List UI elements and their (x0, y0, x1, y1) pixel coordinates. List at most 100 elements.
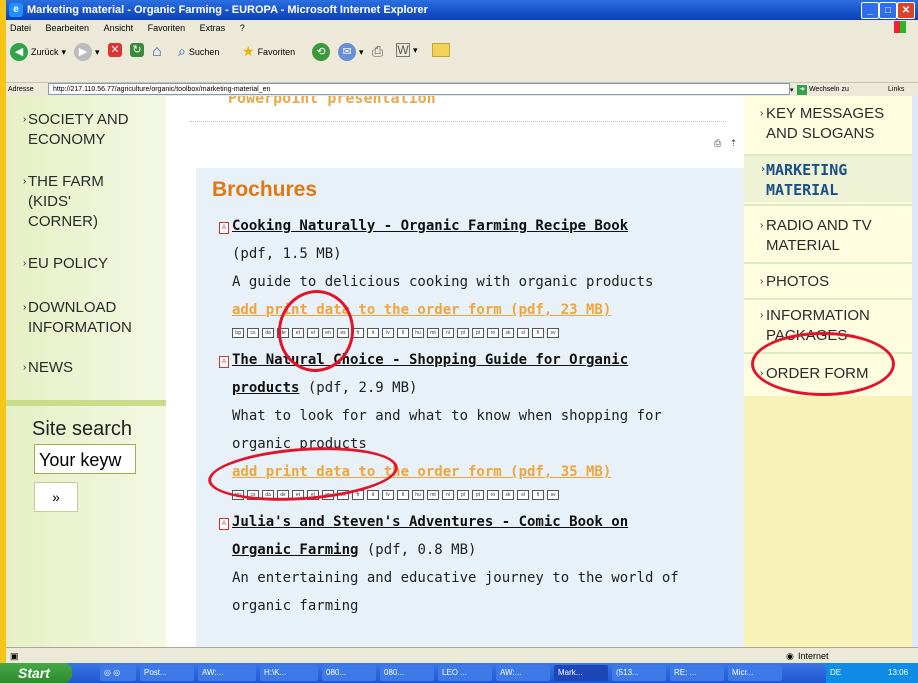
taskbar-item[interactable]: Post... (140, 665, 194, 681)
taskbar-item[interactable]: RE: ... (670, 665, 724, 681)
language-nl-icon[interactable]: nl (442, 490, 454, 500)
taskbar-item[interactable]: Micr... (728, 665, 782, 681)
taskbar-item[interactable]: AW:... (496, 665, 550, 681)
language-fr-icon[interactable]: fr (352, 328, 364, 338)
language-it-icon[interactable]: it (367, 328, 379, 338)
brochure-3-title-line2[interactable]: Organic Farming (232, 542, 358, 558)
language-el-icon[interactable]: el (307, 328, 319, 338)
back-button[interactable]: ◀ Zurück ▾ (10, 43, 66, 61)
language-fi-icon[interactable]: fi (532, 328, 544, 338)
nav-item-news[interactable]: › NEWS (23, 358, 158, 378)
language-lt-icon[interactable]: lt (397, 490, 409, 500)
language-da-icon[interactable]: da (262, 490, 274, 500)
menu-extras[interactable]: Extras (200, 23, 226, 33)
language-lt-icon[interactable]: lt (397, 328, 409, 338)
nav-item-information-packages[interactable]: › INFORMATION PACKAGES (760, 306, 906, 346)
language-it-icon[interactable]: it (367, 490, 379, 500)
brochure-3-title-link[interactable]: Julia's and Steven's Adventures - Comic … (232, 514, 628, 530)
menu-datei[interactable]: Datei (10, 23, 31, 33)
search-input[interactable]: Your keyw (34, 444, 136, 474)
nav-item-order-form[interactable]: › ORDER FORM (760, 364, 906, 384)
links-button[interactable]: Links (888, 83, 904, 96)
address-field[interactable]: http://217.110.56.77/agriculture/organic… (48, 83, 790, 95)
language-lv-icon[interactable]: lv (382, 490, 394, 500)
language-hu-icon[interactable]: hu (412, 490, 424, 500)
nav-item-download-information[interactable]: › DOWNLOAD INFORMATION (23, 298, 158, 338)
language-hu-icon[interactable]: hu (412, 328, 424, 338)
language-fr-icon[interactable]: fr (352, 490, 364, 500)
language-pt-icon[interactable]: pt (472, 490, 484, 500)
language-en-icon[interactable]: en (322, 490, 334, 500)
forward-button[interactable]: ▶ ▾ (74, 43, 100, 61)
edit-button[interactable]: W ▾ (396, 43, 418, 57)
menu-favoriten[interactable]: Favoriten (148, 23, 186, 33)
start-button[interactable]: Start (0, 663, 72, 683)
taskbar-item-active[interactable]: Mark... (554, 665, 608, 681)
nav-item-photos[interactable]: › PHOTOS (760, 272, 906, 292)
minimize-button[interactable]: _ (861, 2, 879, 19)
nav-item-eu-policy[interactable]: › EU POLICY (23, 254, 158, 274)
search-submit-button[interactable]: » (34, 482, 78, 512)
language-sk-icon[interactable]: sk (502, 490, 514, 500)
nav-item-society-economy[interactable]: › SOCIETY AND ECONOMY (23, 110, 158, 150)
language-de-icon[interactable]: de (277, 328, 289, 338)
go-button[interactable]: ➜ Wechseln zu (797, 83, 849, 96)
mail-button[interactable]: ✉ ▾ (338, 43, 364, 61)
close-button[interactable]: ✕ (897, 2, 915, 19)
taskbar-item[interactable]: 080... (322, 665, 376, 681)
taskbar-item[interactable]: H:\K... (260, 665, 318, 681)
language-es-icon[interactable]: es (337, 490, 349, 500)
search-button[interactable]: ⌕ Suchen (178, 43, 219, 60)
nav-item-marketing-material[interactable]: › MARKETING MATERIAL (760, 160, 906, 200)
menu-help[interactable]: ? (240, 23, 245, 33)
language-bg-icon[interactable]: bg (232, 490, 244, 500)
language-es-icon[interactable]: es (337, 328, 349, 338)
nav-item-key-messages[interactable]: › KEY MESSAGES AND SLOGANS (760, 104, 906, 144)
language-sl-icon[interactable]: sl (517, 490, 529, 500)
language-ro-icon[interactable]: ro (487, 328, 499, 338)
brochure-2-title-link[interactable]: The Natural Choice - Shopping Guide for … (232, 352, 628, 368)
taskbar-item[interactable]: AW:... (198, 665, 256, 681)
home-button[interactable]: ⌂ (152, 43, 162, 61)
language-en-icon[interactable]: en (322, 328, 334, 338)
language-et-icon[interactable]: et (292, 490, 304, 500)
language-el-icon[interactable]: el (307, 490, 319, 500)
language-mt-icon[interactable]: mt (427, 490, 439, 500)
taskbar-item[interactable]: LEO ... (438, 665, 492, 681)
language-ro-icon[interactable]: ro (487, 490, 499, 500)
language-sv-icon[interactable]: sv (547, 490, 559, 500)
language-fi-icon[interactable]: fi (532, 490, 544, 500)
language-bg-icon[interactable]: bg (232, 328, 244, 338)
folder-button[interactable] (432, 43, 450, 57)
brochure-1-title-link[interactable]: Cooking Naturally - Organic Farming Reci… (232, 218, 628, 234)
nav-item-the-farm[interactable]: › THE FARM (KIDS' CORNER) (23, 172, 138, 232)
refresh-button[interactable]: ↻ (130, 43, 144, 57)
language-lv-icon[interactable]: lv (382, 328, 394, 338)
menu-ansicht[interactable]: Ansicht (104, 23, 134, 33)
language-mt-icon[interactable]: mt (427, 328, 439, 338)
powerpoint-presentation-link[interactable]: Powerpoint presentation (228, 96, 436, 107)
language-cs-icon[interactable]: cs (247, 328, 259, 338)
print-button[interactable]: ⎙ (372, 43, 383, 60)
favorites-button[interactable]: ★ Favoriten (242, 43, 295, 60)
nav-item-radio-tv[interactable]: › RADIO AND TV MATERIAL (760, 216, 906, 256)
language-pl-icon[interactable]: pl (457, 328, 469, 338)
vertical-scrollbar[interactable] (912, 96, 918, 647)
language-indicator[interactable]: DE (830, 663, 841, 683)
quick-launch[interactable]: ◎ ◎ (100, 665, 136, 681)
brochure-1-order-link[interactable]: add print data to the order form (pdf, 2… (232, 302, 611, 318)
stop-button[interactable]: ✕ (108, 43, 122, 57)
language-pt-icon[interactable]: pt (472, 328, 484, 338)
language-et-icon[interactable]: et (292, 328, 304, 338)
maximize-button[interactable]: □ (879, 2, 897, 19)
language-cs-icon[interactable]: cs (247, 490, 259, 500)
taskbar-item[interactable]: 080... (380, 665, 434, 681)
brochure-2-order-link[interactable]: add print data to the order form (pdf, 3… (232, 464, 611, 480)
language-de-icon[interactable]: de (277, 490, 289, 500)
language-sk-icon[interactable]: sk (502, 328, 514, 338)
language-sl-icon[interactable]: sl (517, 328, 529, 338)
taskbar-item[interactable]: (513... (612, 665, 666, 681)
menu-bearbeiten[interactable]: Bearbeiten (46, 23, 90, 33)
language-nl-icon[interactable]: nl (442, 328, 454, 338)
language-sv-icon[interactable]: sv (547, 328, 559, 338)
